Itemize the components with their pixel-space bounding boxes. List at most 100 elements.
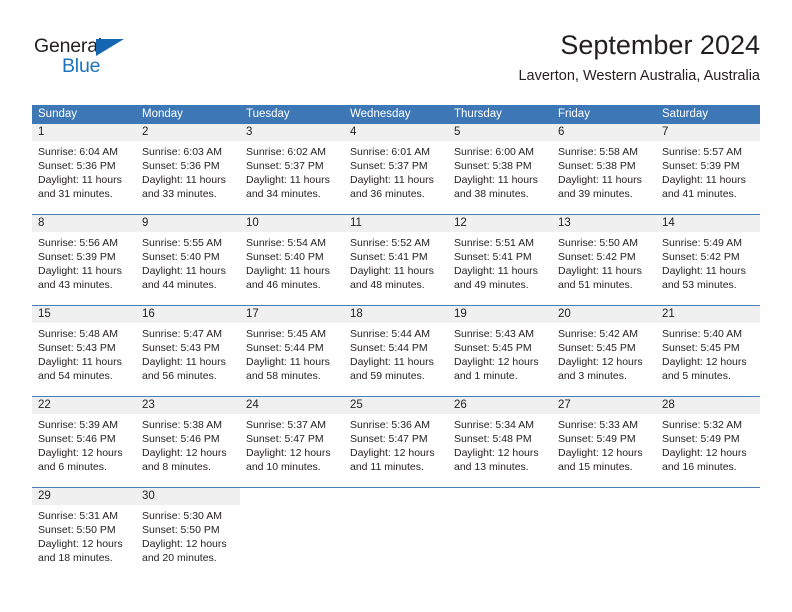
day-details: Sunrise: 5:51 AM Sunset: 5:41 PM Daylight:…: [448, 232, 552, 292]
daylight-text-line2: and 53 minutes.: [662, 279, 737, 291]
calendar-empty-cell: [552, 488, 656, 578]
day-details: Sunrise: 5:43 AM Sunset: 5:45 PM Daylight:…: [448, 323, 552, 383]
daylight-text-line2: and 8 minutes.: [142, 461, 211, 473]
day-number: 14: [662, 217, 675, 229]
day-number: 4: [350, 126, 357, 138]
calendar-day-cell[interactable]: 25 Sunrise: 5:36 AM Sunset: 5:47 PM Dayligh…: [344, 397, 448, 487]
sunrise-text: Sunrise: 5:44 AM: [350, 328, 430, 340]
sunset-text: Sunset: 5:38 PM: [454, 160, 532, 172]
calendar-day-cell[interactable]: 21 Sunrise: 5:40 AM Sunset: 5:45 PM Dayligh…: [656, 306, 760, 396]
daylight-text-line1: Daylight: 12 hours: [38, 538, 123, 550]
calendar-day-cell[interactable]: 7 Sunrise: 5:57 AM Sunset: 5:39 PM Daylight…: [656, 124, 760, 214]
calendar-day-cell[interactable]: 8 Sunrise: 5:56 AM Sunset: 5:39 PM Daylight…: [32, 215, 136, 305]
calendar-day-cell[interactable]: 12 Sunrise: 5:51 AM Sunset: 5:41 PM Dayligh…: [448, 215, 552, 305]
calendar-day-cell[interactable]: 13 Sunrise: 5:50 AM Sunset: 5:42 PM Dayligh…: [552, 215, 656, 305]
sunrise-text: Sunrise: 5:50 AM: [558, 237, 638, 249]
day-details: Sunrise: 5:30 AM Sunset: 5:50 PM Daylight:…: [136, 505, 240, 565]
calendar-day-cell[interactable]: 1 Sunrise: 6:04 AM Sunset: 5:36 PM Daylight…: [32, 124, 136, 214]
daylight-text-line1: Daylight: 11 hours: [454, 265, 538, 277]
calendar-day-cell[interactable]: 18 Sunrise: 5:44 AM Sunset: 5:44 PM Dayligh…: [344, 306, 448, 396]
daylight-text-line2: and 44 minutes.: [142, 279, 217, 291]
day-number-band: 24: [240, 397, 344, 414]
sunrise-text: Sunrise: 5:49 AM: [662, 237, 742, 249]
calendar-day-cell[interactable]: 22 Sunrise: 5:39 AM Sunset: 5:46 PM Dayligh…: [32, 397, 136, 487]
weekday-header-saturday: Saturday: [662, 108, 709, 120]
calendar-day-cell[interactable]: 5 Sunrise: 6:00 AM Sunset: 5:38 PM Daylight…: [448, 124, 552, 214]
calendar-day-cell[interactable]: 15 Sunrise: 5:48 AM Sunset: 5:43 PM Dayligh…: [32, 306, 136, 396]
sunrise-text: Sunrise: 5:51 AM: [454, 237, 534, 249]
calendar-day-cell[interactable]: 16 Sunrise: 5:47 AM Sunset: 5:43 PM Dayligh…: [136, 306, 240, 396]
day-number-band: 29: [32, 488, 136, 505]
day-number: 2: [142, 126, 149, 138]
calendar-day-cell[interactable]: 3 Sunrise: 6:02 AM Sunset: 5:37 PM Daylight…: [240, 124, 344, 214]
sunrise-text: Sunrise: 5:52 AM: [350, 237, 430, 249]
sunset-text: Sunset: 5:40 PM: [142, 251, 220, 263]
calendar-day-cell[interactable]: 26 Sunrise: 5:34 AM Sunset: 5:48 PM Dayligh…: [448, 397, 552, 487]
calendar-day-cell[interactable]: 29 Sunrise: 5:31 AM Sunset: 5:50 PM Dayligh…: [32, 488, 136, 578]
day-details: Sunrise: 5:33 AM Sunset: 5:49 PM Daylight:…: [552, 414, 656, 474]
day-number-band: 14: [656, 215, 760, 232]
daylight-text-line2: and 15 minutes.: [558, 461, 633, 473]
sunset-text: Sunset: 5:50 PM: [142, 524, 220, 536]
day-number: 26: [454, 399, 467, 411]
calendar-day-cell[interactable]: 10 Sunrise: 5:54 AM Sunset: 5:40 PM Dayligh…: [240, 215, 344, 305]
sunrise-text: Sunrise: 5:56 AM: [38, 237, 118, 249]
calendar-day-cell[interactable]: 11 Sunrise: 5:52 AM Sunset: 5:41 PM Dayligh…: [344, 215, 448, 305]
day-details: Sunrise: 6:01 AM Sunset: 5:37 PM Daylight:…: [344, 141, 448, 201]
day-number: 12: [454, 217, 467, 229]
sunrise-text: Sunrise: 5:47 AM: [142, 328, 222, 340]
day-details: Sunrise: 5:54 AM Sunset: 5:40 PM Daylight:…: [240, 232, 344, 292]
calendar-day-cell[interactable]: 20 Sunrise: 5:42 AM Sunset: 5:45 PM Dayligh…: [552, 306, 656, 396]
calendar-day-cell[interactable]: 27 Sunrise: 5:33 AM Sunset: 5:49 PM Dayligh…: [552, 397, 656, 487]
calendar-day-cell[interactable]: 28 Sunrise: 5:32 AM Sunset: 5:49 PM Dayligh…: [656, 397, 760, 487]
daylight-text-line1: Daylight: 11 hours: [38, 174, 122, 186]
general-blue-logo[interactable]: General Blue: [34, 36, 154, 82]
calendar-day-cell[interactable]: 2 Sunrise: 6:03 AM Sunset: 5:36 PM Daylight…: [136, 124, 240, 214]
calendar-empty-cell: [240, 488, 344, 578]
day-number-band: 19: [448, 306, 552, 323]
calendar-day-cell[interactable]: 24 Sunrise: 5:37 AM Sunset: 5:47 PM Dayligh…: [240, 397, 344, 487]
daylight-text-line2: and 49 minutes.: [454, 279, 529, 291]
daylight-text-line1: Daylight: 11 hours: [142, 356, 226, 368]
calendar-day-cell[interactable]: 9 Sunrise: 5:55 AM Sunset: 5:40 PM Daylight…: [136, 215, 240, 305]
day-details: Sunrise: 5:31 AM Sunset: 5:50 PM Daylight:…: [32, 505, 136, 565]
day-number-band: [656, 488, 760, 505]
weekday-header-monday: Monday: [142, 108, 183, 120]
calendar-day-cell[interactable]: 30 Sunrise: 5:30 AM Sunset: 5:50 PM Dayligh…: [136, 488, 240, 578]
calendar-day-cell[interactable]: 23 Sunrise: 5:38 AM Sunset: 5:46 PM Dayligh…: [136, 397, 240, 487]
day-number-band: 10: [240, 215, 344, 232]
day-number-band: 21: [656, 306, 760, 323]
calendar-day-cell[interactable]: 17 Sunrise: 5:45 AM Sunset: 5:44 PM Dayligh…: [240, 306, 344, 396]
sunrise-text: Sunrise: 6:03 AM: [142, 146, 222, 158]
sunrise-text: Sunrise: 5:45 AM: [246, 328, 326, 340]
daylight-text-line2: and 3 minutes.: [558, 370, 627, 382]
daylight-text-line2: and 56 minutes.: [142, 370, 217, 382]
sunrise-text: Sunrise: 5:33 AM: [558, 419, 638, 431]
weekday-header-thursday: Thursday: [454, 108, 502, 120]
sunset-text: Sunset: 5:45 PM: [662, 342, 740, 354]
day-number: 30: [142, 490, 155, 502]
calendar-day-cell[interactable]: 4 Sunrise: 6:01 AM Sunset: 5:37 PM Daylight…: [344, 124, 448, 214]
daylight-text-line2: and 59 minutes.: [350, 370, 425, 382]
daylight-text-line1: Daylight: 12 hours: [558, 356, 643, 368]
day-number: 23: [142, 399, 155, 411]
day-number: 29: [38, 490, 51, 502]
calendar-day-cell[interactable]: 6 Sunrise: 5:58 AM Sunset: 5:38 PM Daylight…: [552, 124, 656, 214]
calendar-empty-cell: [448, 488, 552, 578]
calendar-day-cell[interactable]: 14 Sunrise: 5:49 AM Sunset: 5:42 PM Dayligh…: [656, 215, 760, 305]
day-details: Sunrise: 6:03 AM Sunset: 5:36 PM Daylight:…: [136, 141, 240, 201]
day-number: 9: [142, 217, 149, 229]
page-header: General Blue September 2024 Laverton, We…: [32, 28, 760, 98]
sunset-text: Sunset: 5:39 PM: [662, 160, 740, 172]
daylight-text-line1: Daylight: 11 hours: [558, 174, 642, 186]
sunset-text: Sunset: 5:49 PM: [558, 433, 636, 445]
sunrise-text: Sunrise: 5:55 AM: [142, 237, 222, 249]
calendar-week-row: 8 Sunrise: 5:56 AM Sunset: 5:39 PM Daylight…: [32, 214, 760, 305]
daylight-text-line2: and 58 minutes.: [246, 370, 321, 382]
day-details: Sunrise: 5:34 AM Sunset: 5:48 PM Daylight:…: [448, 414, 552, 474]
sunset-text: Sunset: 5:36 PM: [142, 160, 220, 172]
calendar-day-cell[interactable]: 19 Sunrise: 5:43 AM Sunset: 5:45 PM Dayligh…: [448, 306, 552, 396]
day-number-band: 1: [32, 124, 136, 141]
sunrise-text: Sunrise: 6:01 AM: [350, 146, 430, 158]
daylight-text-line1: Daylight: 11 hours: [662, 174, 746, 186]
